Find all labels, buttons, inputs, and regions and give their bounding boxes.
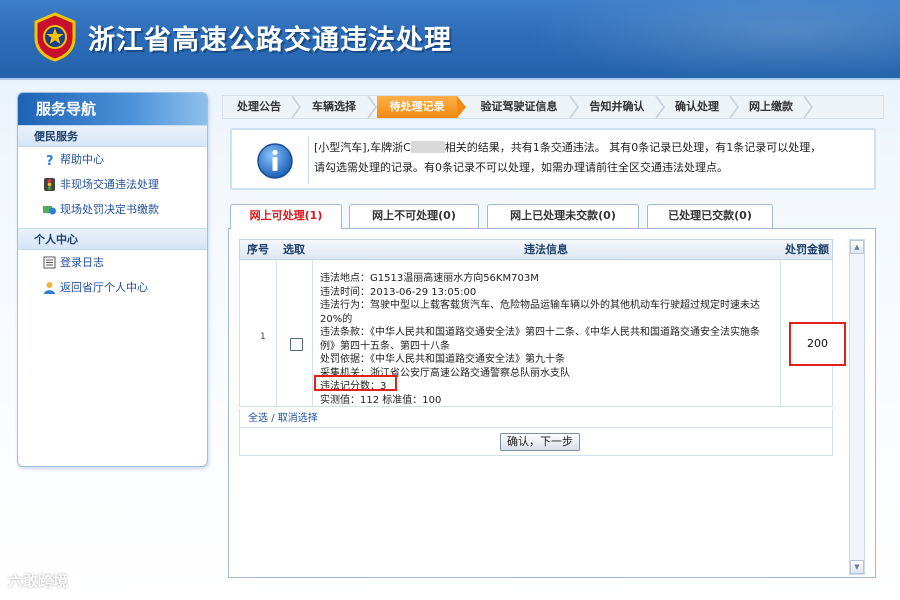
- step-verify-license: 验证驾驶证信息: [480, 100, 558, 113]
- col-select: 选取: [283, 243, 305, 256]
- svg-text:?: ?: [46, 154, 54, 166]
- payment-icon: [43, 206, 56, 215]
- fine-amount: 200: [807, 337, 828, 350]
- process-steps: 处理公告 车辆选择 待处理记录 验证驾驶证信息 告知并确认 确认处理 网上缴款: [222, 95, 884, 119]
- detail-location: 违法地点：G1513温丽高速丽水方向56KM703M: [320, 273, 539, 284]
- info-divider: [308, 136, 309, 184]
- step-confirm-process: 确认处理: [675, 100, 719, 113]
- confirm-next-button[interactable]: 确认，下一步: [500, 433, 580, 451]
- tab-processed-paid[interactable]: 已处理已交款(0): [647, 204, 773, 228]
- user-icon: [44, 282, 55, 294]
- info-line-1: [小型汽车],车牌浙C 相关的结果，共有1条交通违法。 其有0条记录已处理，有1条…: [314, 138, 870, 158]
- step-pending-records: 待处理记录: [377, 96, 457, 118]
- info-line-1-prefix: [小型汽车],车牌浙C: [314, 141, 411, 154]
- step-announcement: 处理公告: [237, 100, 281, 113]
- info-line-1-suffix: 相关的结果，共有1条交通违法。 其有0条记录已处理，有1条记录可以处理，: [444, 141, 822, 154]
- table-header: 序号 选取 违法信息 处罚金额: [239, 239, 833, 260]
- sidebar-item-help[interactable]: ? 帮助中心: [18, 147, 207, 172]
- row-seq: 1: [260, 332, 266, 342]
- info-line-2: 请勾选需处理的记录。有0条记录不可以处理，如需办理请前往全区交通违法处理点。: [314, 161, 728, 174]
- sidebar-title: 服务导航: [18, 93, 207, 125]
- police-emblem-icon: [34, 12, 76, 62]
- step-arrow-icon: [367, 96, 377, 118]
- deselect-link[interactable]: 取消选择: [278, 413, 318, 424]
- detail-clause: 违法条款：《中华人民共和国道路交通安全法》第四十二条、《中华人民共和国道路交通安…: [320, 327, 760, 352]
- step-arrow-icon: [569, 96, 579, 118]
- info-message-box: [小型汽车],车牌浙C 相关的结果，共有1条交通违法。 其有0条记录已处理，有1条…: [230, 128, 876, 190]
- detail-behavior: 违法行为：驾驶中型以上载客载货汽车、危险物品运输车辆以外的其他机动车行驶超过规定…: [320, 300, 760, 325]
- header-glow: [520, 0, 900, 80]
- step-arrow-icon: [291, 96, 301, 118]
- step-arrow-icon: [803, 96, 813, 118]
- selection-links: 全选 / 取消选择: [239, 409, 833, 428]
- tab-processed-unpaid[interactable]: 网上已处理未交款(0): [487, 204, 639, 228]
- sidebar-item-label: 帮助中心: [60, 153, 104, 166]
- step-arrow-icon: [655, 96, 665, 118]
- action-row: 确认，下一步: [239, 428, 833, 456]
- sidebar-item-label: 非现场交通违法处理: [60, 178, 159, 191]
- site-header: 浙江省高速公路交通违法处理: [0, 0, 900, 80]
- sidebar-nav: 服务导航 便民服务 ? 帮助中心 非现场交通违法处理 现场处罚决定书缴款 个人中…: [17, 92, 208, 467]
- col-violation-info: 违法信息: [524, 243, 568, 256]
- sidebar-item-login-log[interactable]: 登录日志: [18, 250, 207, 275]
- masked-plate: [410, 141, 445, 153]
- sidebar-item-label: 现场处罚决定书缴款: [60, 203, 159, 216]
- step-notify-confirm: 告知并确认: [589, 100, 645, 113]
- tab-online-not-processable[interactable]: 网上不可处理(0): [349, 204, 479, 228]
- log-icon: [43, 256, 56, 269]
- points-highlight: [314, 375, 397, 391]
- step-online-payment: 网上缴款: [749, 100, 793, 113]
- detail-time: 违法时间：2013-06-29 13:05:00: [320, 286, 477, 298]
- sidebar-item-onsite-payment[interactable]: 现场处罚决定书缴款: [18, 197, 207, 222]
- step-arrow-icon: [457, 96, 466, 118]
- fine-amount-highlight: 200: [789, 322, 846, 366]
- col-fine-amount: 处罚金额: [785, 243, 829, 256]
- detail-basis: 处罚依据：《中华人民共和国道路交通安全法》第九十条: [320, 354, 565, 365]
- help-icon: ?: [46, 154, 54, 166]
- col-seq: 序号: [247, 243, 269, 256]
- step-arrow-icon: [729, 96, 739, 118]
- info-text: [小型汽车],车牌浙C 相关的结果，共有1条交通违法。 其有0条记录已处理，有1条…: [314, 138, 870, 178]
- watermark-text: 六敢跨境: [8, 572, 69, 590]
- sidebar-section-personal: 个人中心: [18, 228, 207, 250]
- sidebar-item-offsite-violation[interactable]: 非现场交通违法处理: [18, 172, 207, 197]
- scroll-down-icon[interactable]: ▼: [850, 560, 864, 574]
- traffic-light-icon: [44, 178, 55, 191]
- scroll-up-icon[interactable]: ▲: [850, 240, 864, 254]
- select-all-link[interactable]: 全选: [248, 413, 268, 424]
- sidebar-item-return-personal-center[interactable]: 返回省厅个人中心: [18, 275, 207, 300]
- records-panel: 序号 选取 违法信息 处罚金额 1 违法地点：G1513温丽高速丽水方向56KM…: [228, 228, 876, 578]
- site-title: 浙江省高速公路交通违法处理: [88, 25, 452, 56]
- select-separator: /: [271, 413, 275, 424]
- step-vehicle-select: 车辆选择: [312, 100, 356, 113]
- tab-online-processable[interactable]: 网上可处理(1): [230, 204, 342, 229]
- sidebar-section-convenience: 便民服务: [18, 125, 207, 147]
- info-icon: [257, 143, 293, 179]
- row-select-checkbox[interactable]: [290, 338, 303, 351]
- vertical-scrollbar[interactable]: ▲ ▼: [849, 239, 865, 575]
- detail-measured: 实测值：112 标准值：100: [320, 394, 442, 406]
- sidebar-item-label: 返回省厅个人中心: [60, 281, 148, 294]
- sidebar-item-label: 登录日志: [60, 256, 104, 269]
